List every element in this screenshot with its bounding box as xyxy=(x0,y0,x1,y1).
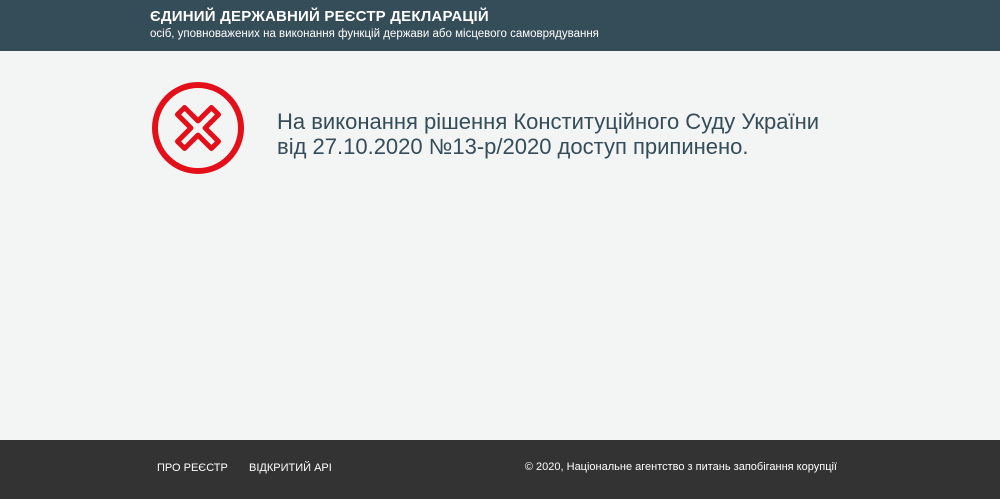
error-x-circle-icon xyxy=(152,82,244,174)
footer-link-open-api[interactable]: ВІДКРИТИЙ API xyxy=(249,462,332,474)
site-footer: ПРО РЕЄСТР ВІДКРИТИЙ API © 2020, Націона… xyxy=(0,440,1000,499)
site-title[interactable]: ЄДИНИЙ ДЕРЖАВНИЙ РЕЄСТР ДЕКЛАРАЦІЙ xyxy=(150,8,489,25)
access-terminated-message: На виконання рішення Конституційного Суд… xyxy=(277,109,897,159)
site-subtitle: осіб, уповноважених на виконання функцій… xyxy=(150,28,599,40)
site-header: ЄДИНИЙ ДЕРЖАВНИЙ РЕЄСТР ДЕКЛАРАЦІЙ осіб,… xyxy=(0,0,1000,51)
footer-link-about-registry[interactable]: ПРО РЕЄСТР xyxy=(157,462,228,474)
message-line-1: На виконання рішення Конституційного Суд… xyxy=(277,109,820,134)
copyright-text: © 2020, Національне агентство з питань з… xyxy=(524,461,837,473)
message-line-2: від 27.10.2020 №13-р/2020 доступ припине… xyxy=(277,134,749,159)
